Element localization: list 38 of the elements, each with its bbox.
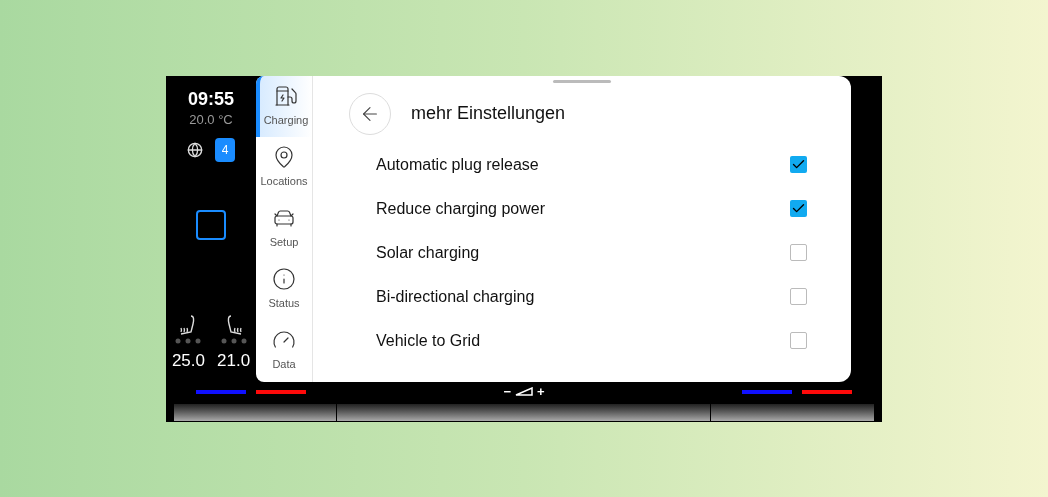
- bottom-touch-bar[interactable]: [337, 403, 711, 421]
- clock: 09:55: [187, 87, 234, 110]
- bottom-touch-bar[interactable]: [711, 403, 874, 421]
- seat-temperature[interactable]: 25.0: [171, 348, 205, 374]
- tab-label: Setup: [269, 234, 299, 250]
- drag-handle[interactable]: [553, 79, 611, 83]
- setting-label: Vehicle to Grid: [376, 330, 481, 351]
- setting-checkbox[interactable]: [790, 156, 807, 173]
- setting-checkbox[interactable]: [790, 200, 807, 217]
- volume-icon: [515, 387, 533, 396]
- setting-checkbox[interactable]: [790, 244, 807, 261]
- sidebar-tab[interactable]: Status: [256, 258, 312, 320]
- panel-title: mehr Einstellungen: [411, 102, 566, 125]
- sidebar-tab[interactable]: Locations: [256, 136, 312, 198]
- setting-label: Solar charging: [376, 242, 480, 263]
- tab-label: Data: [272, 356, 296, 372]
- info-icon: [272, 266, 296, 291]
- heat-level-dots: [220, 338, 247, 344]
- globe-icon[interactable]: [186, 141, 203, 158]
- setting-label: Reduce charging power: [376, 198, 545, 219]
- tab-label: Locations: [260, 173, 308, 189]
- home-square-icon[interactable]: [196, 209, 226, 240]
- sidebar-tab[interactable]: Setup: [256, 197, 312, 259]
- heat-level-dots: [175, 338, 202, 344]
- sidebar-tab[interactable]: Data: [256, 319, 312, 381]
- volume-up[interactable]: +: [537, 385, 545, 398]
- tab-label: Charging: [263, 112, 309, 128]
- ev-charger-icon: [274, 83, 298, 108]
- setting-label: Bi-directional charging: [376, 286, 535, 307]
- outside-temperature: 20.0 °C: [189, 111, 233, 129]
- setting-label: Automatic plug release: [376, 154, 539, 175]
- seat-temperature[interactable]: 21.0: [217, 348, 251, 374]
- volume-down[interactable]: −: [503, 385, 511, 398]
- map-pin-icon: [272, 144, 296, 169]
- tab-label: Status: [268, 295, 300, 311]
- setting-checkbox[interactable]: [790, 332, 807, 349]
- bottom-touch-bar[interactable]: [174, 403, 337, 421]
- setting-checkbox[interactable]: [790, 288, 807, 305]
